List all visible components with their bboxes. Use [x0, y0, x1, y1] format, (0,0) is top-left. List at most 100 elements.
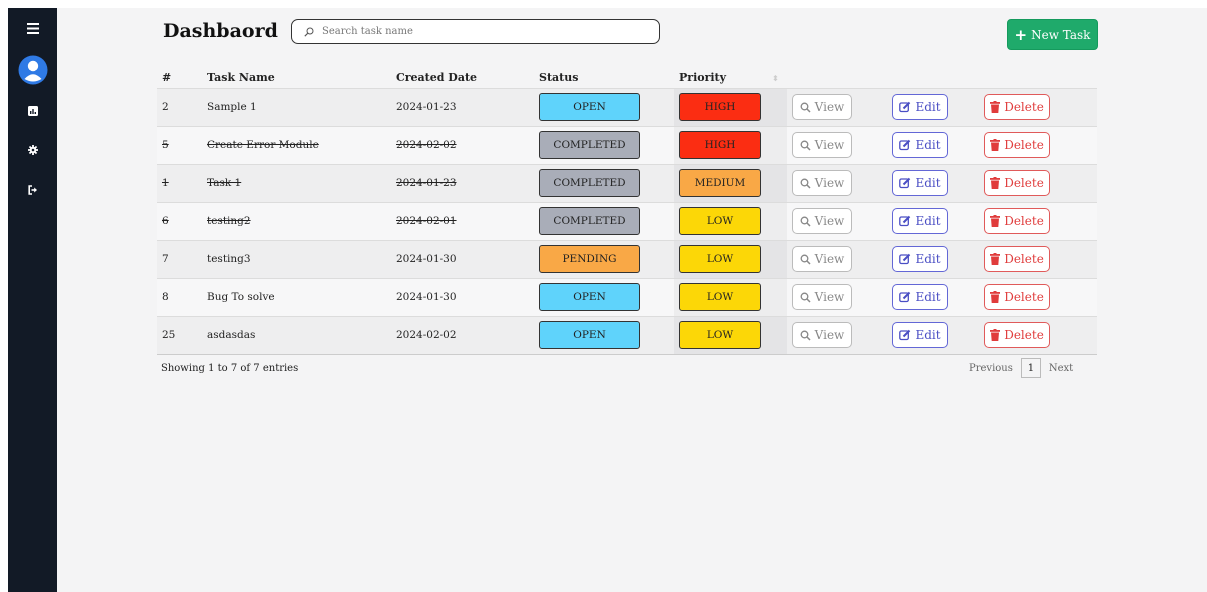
search-icon	[800, 292, 811, 303]
task-name: Task 1	[207, 177, 242, 189]
edit-button[interactable]: Edit	[892, 208, 948, 234]
delete-button[interactable]: Delete	[984, 132, 1050, 158]
column-header-id[interactable]: #	[157, 68, 202, 88]
column-header-created-date[interactable]: Created Date	[391, 68, 534, 88]
table-row: 1 Task 1 2024-01-23 COMPLETED MEDIUM Vie…	[157, 163, 1097, 202]
row-status: COMPLETED	[534, 125, 674, 164]
status-badge: PENDING	[539, 245, 640, 273]
search-box[interactable]	[291, 19, 660, 44]
task-id: 7	[162, 253, 169, 265]
sort-icon[interactable]: ⬍	[772, 74, 779, 83]
column-header-task-name[interactable]: Task Name	[202, 68, 391, 88]
view-button[interactable]: View	[792, 170, 852, 196]
row-priority: LOW	[674, 315, 787, 355]
view-button[interactable]: View	[792, 246, 852, 272]
delete-button[interactable]: Delete	[984, 284, 1050, 310]
edit-button[interactable]: Edit	[892, 246, 948, 272]
previous-button[interactable]: Previous	[969, 363, 1013, 374]
task-id: 1	[162, 177, 169, 189]
delete-button[interactable]: Delete	[984, 322, 1050, 348]
view-button[interactable]: View	[792, 132, 852, 158]
trash-icon	[990, 101, 1001, 113]
plus-icon: +	[1014, 25, 1028, 44]
status-badge: OPEN	[539, 93, 640, 121]
task-id: 5	[162, 139, 169, 151]
created-date: 2024-02-02	[396, 329, 457, 341]
edit-label: Edit	[915, 252, 941, 266]
row-view: View	[787, 125, 887, 164]
row-name: testing2	[202, 201, 391, 240]
column-header-status[interactable]: Status	[534, 68, 674, 88]
row-name: asdasdas	[202, 315, 391, 355]
status-badge: COMPLETED	[539, 131, 640, 159]
menu-icon[interactable]	[8, 18, 57, 38]
column-header-view	[787, 68, 887, 88]
column-header-priority[interactable]: Priority ⬍	[674, 68, 787, 88]
edit-button[interactable]: Edit	[892, 322, 948, 348]
trash-icon	[990, 329, 1001, 341]
edit-label: Edit	[915, 290, 941, 304]
row-delete: Delete	[979, 201, 1097, 240]
sidebar	[8, 8, 57, 592]
edit-icon	[899, 215, 911, 227]
created-date: 2024-01-23	[396, 177, 457, 189]
search-icon	[304, 22, 314, 41]
view-button[interactable]: View	[792, 94, 852, 120]
delete-label: Delete	[1004, 100, 1044, 114]
row-delete: Delete	[979, 125, 1097, 164]
task-name: Sample 1	[207, 101, 257, 113]
task-name: Create Error Module	[207, 139, 319, 151]
new-task-label: New Task	[1031, 27, 1091, 42]
view-button[interactable]: View	[792, 322, 852, 348]
row-priority: HIGH	[674, 125, 787, 164]
task-table: # Task Name Created Date Status Priority…	[157, 68, 1097, 355]
table-row: 2 Sample 1 2024-01-23 OPEN HIGH View Edi…	[157, 87, 1097, 126]
row-delete: Delete	[979, 239, 1097, 278]
edit-button[interactable]: Edit	[892, 284, 948, 310]
priority-badge: LOW	[679, 207, 761, 235]
row-date: 2024-01-23	[391, 163, 534, 202]
priority-badge: LOW	[679, 245, 761, 273]
row-id: 6	[157, 201, 202, 240]
edit-icon	[899, 177, 911, 189]
delete-label: Delete	[1004, 328, 1044, 342]
edit-button[interactable]: Edit	[892, 132, 948, 158]
priority-badge: LOW	[679, 321, 761, 349]
delete-button[interactable]: Delete	[984, 246, 1050, 272]
search-input[interactable]	[322, 26, 642, 37]
row-id: 2	[157, 87, 202, 126]
search-icon	[800, 330, 811, 341]
delete-button[interactable]: Delete	[984, 170, 1050, 196]
edit-button[interactable]: Edit	[892, 94, 948, 120]
row-view: View	[787, 163, 887, 202]
new-task-button[interactable]: + New Task	[1007, 19, 1098, 50]
next-button[interactable]: Next	[1049, 363, 1073, 374]
avatar[interactable]	[8, 54, 57, 86]
row-delete: Delete	[979, 277, 1097, 316]
view-button[interactable]: View	[792, 208, 852, 234]
row-edit: Edit	[887, 315, 979, 355]
task-name: testing2	[207, 215, 251, 227]
status-badge: COMPLETED	[539, 169, 640, 197]
view-button[interactable]: View	[792, 284, 852, 310]
table-row: 8 Bug To solve 2024-01-30 OPEN LOW View …	[157, 277, 1097, 316]
gear-icon[interactable]	[8, 142, 57, 158]
row-priority: LOW	[674, 201, 787, 240]
delete-button[interactable]: Delete	[984, 208, 1050, 234]
row-view: View	[787, 201, 887, 240]
view-label: View	[814, 100, 845, 114]
row-delete: Delete	[979, 163, 1097, 202]
edit-icon	[899, 329, 911, 341]
edit-icon	[899, 101, 911, 113]
edit-button[interactable]: Edit	[892, 170, 948, 196]
logout-icon[interactable]	[8, 182, 57, 198]
delete-button[interactable]: Delete	[984, 94, 1050, 120]
page-1-button[interactable]: 1	[1020, 358, 1041, 378]
search-icon	[800, 178, 811, 189]
trash-icon	[990, 215, 1001, 227]
entries-info: Showing 1 to 7 of 7 entries	[161, 363, 299, 374]
task-id: 6	[162, 215, 169, 227]
chart-icon[interactable]	[8, 103, 57, 119]
row-name: Sample 1	[202, 87, 391, 126]
table-row: 7 testing3 2024-01-30 PENDING LOW View E…	[157, 239, 1097, 278]
